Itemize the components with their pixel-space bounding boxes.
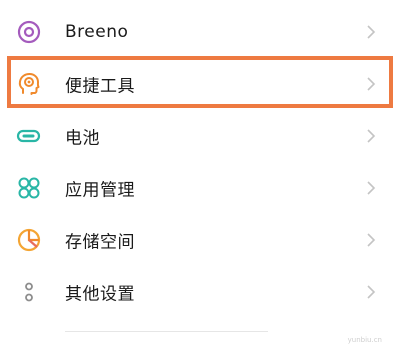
settings-item-label: 电池 xyxy=(65,128,100,149)
settings-item-label: 应用管理 xyxy=(65,180,135,201)
watermark: yunbiu.cn xyxy=(347,336,382,344)
settings-list: Breeno 便捷工具 电池 应用管理 存储空间 其他设置 xyxy=(0,6,400,318)
settings-screen: Breeno 便捷工具 电池 应用管理 存储空间 其他设置 yunbiu.cn xyxy=(0,0,400,350)
app-management-icon xyxy=(16,175,42,201)
chevron-right-icon xyxy=(367,233,376,247)
chevron-right-icon xyxy=(367,129,376,143)
chevron-right-icon xyxy=(367,285,376,299)
other-settings-icon xyxy=(16,279,42,305)
settings-item-other-settings[interactable]: 其他设置 xyxy=(0,266,400,318)
list-divider xyxy=(65,331,268,332)
settings-item-battery[interactable]: 电池 xyxy=(0,110,400,162)
settings-item-label: 便捷工具 xyxy=(65,76,135,97)
settings-item-convenience-tools[interactable]: 便捷工具 xyxy=(0,58,400,110)
chevron-right-icon xyxy=(367,25,376,39)
convenience-tools-icon xyxy=(16,71,42,97)
settings-item-storage[interactable]: 存储空间 xyxy=(0,214,400,266)
settings-item-label: 其他设置 xyxy=(65,284,135,305)
chevron-right-icon xyxy=(367,77,376,91)
breeno-icon xyxy=(16,19,42,45)
battery-icon xyxy=(16,123,42,149)
storage-icon xyxy=(16,227,42,253)
settings-item-label: Breeno xyxy=(65,22,129,42)
settings-item-breeno[interactable]: Breeno xyxy=(0,6,400,58)
settings-item-app-management[interactable]: 应用管理 xyxy=(0,162,400,214)
chevron-right-icon xyxy=(367,181,376,195)
settings-item-label: 存储空间 xyxy=(65,232,135,253)
